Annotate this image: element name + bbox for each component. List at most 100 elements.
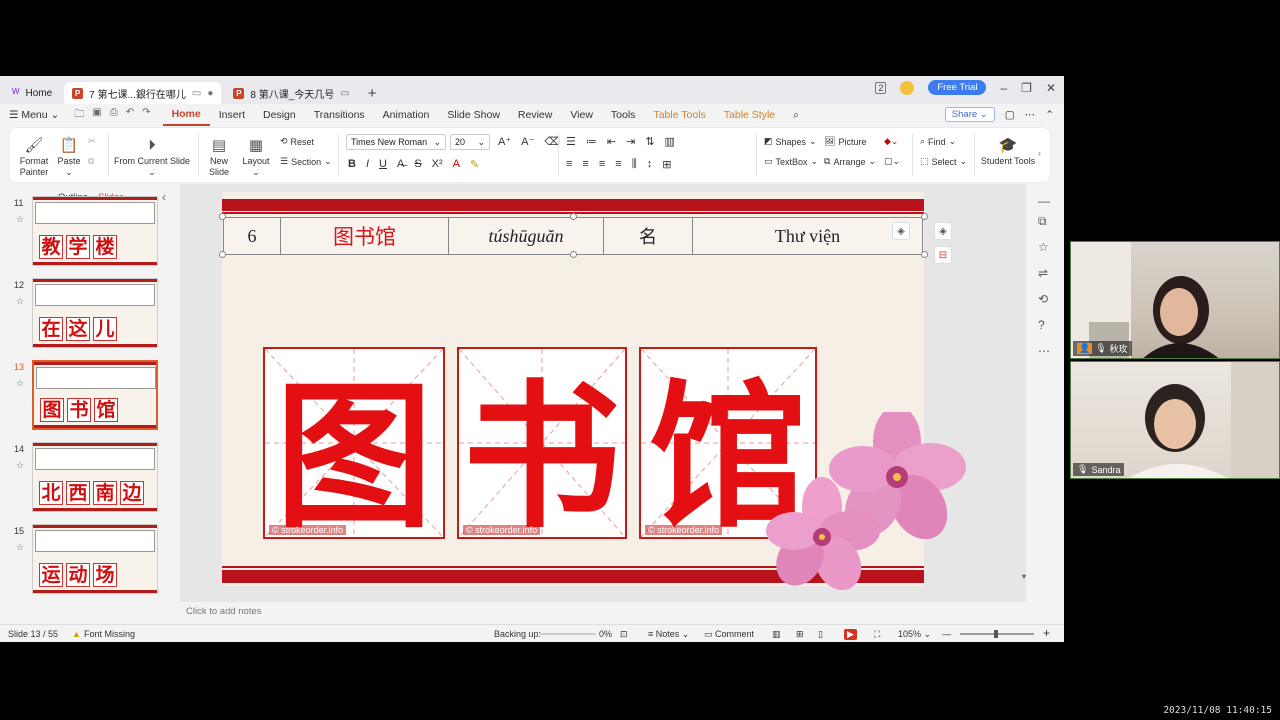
vocabulary-table[interactable]: 6 图书馆 túshūguăn 名 Thư viện <box>223 217 923 255</box>
new-slide-button[interactable]: ▤ New Slide <box>204 136 234 178</box>
zoom-out-icon[interactable]: — <box>942 629 951 639</box>
menu-button[interactable]: ☰ Menu ⌄ <box>0 109 68 121</box>
open-folder-icon[interactable]: 🗀 <box>74 107 84 124</box>
selection-handle[interactable] <box>570 213 577 220</box>
slide-thumbnail[interactable]: 在这儿 <box>32 278 158 348</box>
picture-button[interactable]: 🖼 Picture <box>824 136 866 147</box>
menu-view[interactable]: View <box>561 109 602 121</box>
selection-handle[interactable] <box>219 213 226 220</box>
collapse-ribbon-icon[interactable]: ⌃ <box>1045 109 1054 121</box>
font-color-icon[interactable]: A <box>453 158 460 171</box>
star-icon[interactable]: ☆ <box>16 378 24 389</box>
star-icon[interactable]: ☆ <box>16 214 24 225</box>
menu-design[interactable]: Design <box>254 109 305 121</box>
redo-icon[interactable]: ↷ <box>142 107 150 124</box>
find-button[interactable]: ⌕ Find ⌄ <box>920 136 956 147</box>
layers-icon[interactable]: ◈ <box>934 222 952 240</box>
menu-review[interactable]: Review <box>509 109 561 121</box>
menu-home[interactable]: Home <box>162 104 210 126</box>
superscript-icon[interactable]: X² <box>432 158 443 171</box>
menu-table-style[interactable]: Table Style <box>715 109 784 121</box>
layers-icon[interactable]: ◈ <box>892 222 910 240</box>
bullets-icon[interactable]: ☰ <box>566 135 576 148</box>
property-icon[interactable]: ⧉ <box>1038 214 1047 229</box>
decrease-indent-icon[interactable]: ⇤ <box>607 135 616 148</box>
highlight-icon[interactable]: ✎ <box>470 158 479 171</box>
align-center-icon[interactable]: ≡ <box>582 158 588 171</box>
star-icon[interactable]: ☆ <box>16 542 24 553</box>
normal-view-icon[interactable]: ▥ <box>772 629 781 640</box>
participant-video-2[interactable]: 🎙 Sandra <box>1070 361 1280 479</box>
align-left-icon[interactable]: ≡ <box>566 158 572 171</box>
print-preview-icon[interactable]: ⎙ <box>110 107 118 124</box>
underline-icon[interactable]: U <box>379 158 387 171</box>
notes-toggle[interactable]: ≡ Notes ⌄ <box>648 629 689 640</box>
window-count-badge[interactable]: 2 <box>875 81 887 94</box>
text-align-icon[interactable]: ⊞ <box>662 158 671 171</box>
menu-insert[interactable]: Insert <box>210 109 254 121</box>
slide-thumbnail[interactable]: 图书馆 <box>32 360 158 430</box>
increase-indent-icon[interactable]: ⇥ <box>626 135 635 148</box>
select-button[interactable]: ⬚ Select ⌄ <box>920 156 967 167</box>
text-shadow-icon[interactable]: A̶ <box>397 158 404 171</box>
tab-home[interactable]: ᵂ Home <box>4 82 60 104</box>
font-size-select[interactable]: 20 ⌄ <box>450 134 490 150</box>
layout-button[interactable]: ▦ Layout ⌄ <box>238 136 274 178</box>
italic-icon[interactable]: I <box>366 158 369 171</box>
table-style-icon[interactable]: ⊟ <box>934 246 952 264</box>
tab-lesson-8[interactable]: P 8 第八课_今天几号 ▭ <box>225 82 357 104</box>
comment-toggle[interactable]: ▭ Comment <box>704 629 754 640</box>
more-icon[interactable]: ⋯ <box>1038 344 1050 358</box>
undo-icon[interactable]: ↶ <box>126 107 134 124</box>
fill-color-icon[interactable]: ◆⌄ <box>884 136 898 147</box>
slide-thumbnail[interactable]: 教学楼 <box>32 196 158 266</box>
cell-pinyin[interactable]: túshūguăn <box>449 218 604 254</box>
close-icon[interactable]: ✕ <box>1046 81 1056 95</box>
tab-lesson-7[interactable]: P 7 第七课...銀行在哪儿 ▭ ● <box>64 82 222 104</box>
hibiscus-flower-image[interactable] <box>762 412 972 602</box>
menu-tools[interactable]: Tools <box>602 109 645 121</box>
backup-icon[interactable]: ⊡ <box>620 629 628 640</box>
cell-word[interactable]: 图书馆 <box>281 218 449 254</box>
line-spacing-icon[interactable]: ↕ <box>647 158 653 171</box>
slide-thumbnail[interactable]: 运动场 <box>32 524 158 594</box>
notes-placeholder[interactable]: Click to add notes <box>186 606 262 617</box>
decrease-font-icon[interactable]: A⁻ <box>521 135 534 148</box>
help-icon[interactable]: ? <box>1038 318 1045 332</box>
format-painter-button[interactable]: 🖌 Format Painter <box>16 136 52 178</box>
collapse-line-icon[interactable]: — <box>1038 194 1050 208</box>
character-card-1[interactable]: 图 © strokeorder.info <box>263 347 445 550</box>
zoom-level[interactable]: 105% ⌄ <box>898 629 931 640</box>
reading-view-icon[interactable]: ▯ <box>818 629 823 640</box>
numbering-icon[interactable]: ≔ <box>586 135 597 148</box>
font-name-select[interactable]: Times New Roman ⌄ <box>346 134 446 150</box>
menu-slide-show[interactable]: Slide Show <box>438 109 509 121</box>
collapse-panel-icon[interactable]: ‹ <box>162 190 166 204</box>
distribute-icon[interactable]: ⫼ <box>632 158 637 171</box>
participant-video-1[interactable]: 👤 🎙 秋玫 <box>1070 241 1280 359</box>
free-trial-button[interactable]: Free Trial <box>928 80 987 95</box>
slide-thumbnail[interactable]: 北西南边 <box>32 442 158 512</box>
zoom-in-icon[interactable]: + <box>1043 626 1050 640</box>
monitor-icon[interactable]: ▭ <box>192 88 201 99</box>
textbox-button[interactable]: ▭ TextBox ⌄ <box>764 156 818 167</box>
font-missing-link[interactable]: Font Missing <box>84 629 135 639</box>
menu-animation[interactable]: Animation <box>374 109 439 121</box>
new-tab-icon[interactable]: + <box>368 82 377 104</box>
monitor-icon[interactable]: ▭ <box>340 88 349 99</box>
shapes-button[interactable]: ◩ Shapes ⌄ <box>764 136 817 147</box>
star-icon[interactable]: ☆ <box>16 460 24 471</box>
copy-icon[interactable]: ⧉ <box>88 156 94 167</box>
menu-table-tools[interactable]: Table Tools <box>644 109 714 121</box>
strikethrough-icon[interactable]: S <box>414 158 421 171</box>
section-button[interactable]: ☰ Section ⌄ <box>280 156 332 167</box>
reset-button[interactable]: ⟲ Reset <box>280 136 314 147</box>
paste-button[interactable]: 📋 Paste ⌄ <box>54 136 84 178</box>
text-direction-icon[interactable]: ⇅ <box>645 135 654 148</box>
justify-icon[interactable]: ≡ <box>615 158 621 171</box>
star-icon[interactable]: ☆ <box>16 296 24 307</box>
arrange-button[interactable]: ⧉ Arrange ⌄ <box>824 156 876 167</box>
menu-transitions[interactable]: Transitions <box>305 109 374 121</box>
account-avatar[interactable] <box>900 80 915 95</box>
save-icon[interactable]: ▣ <box>92 107 101 124</box>
